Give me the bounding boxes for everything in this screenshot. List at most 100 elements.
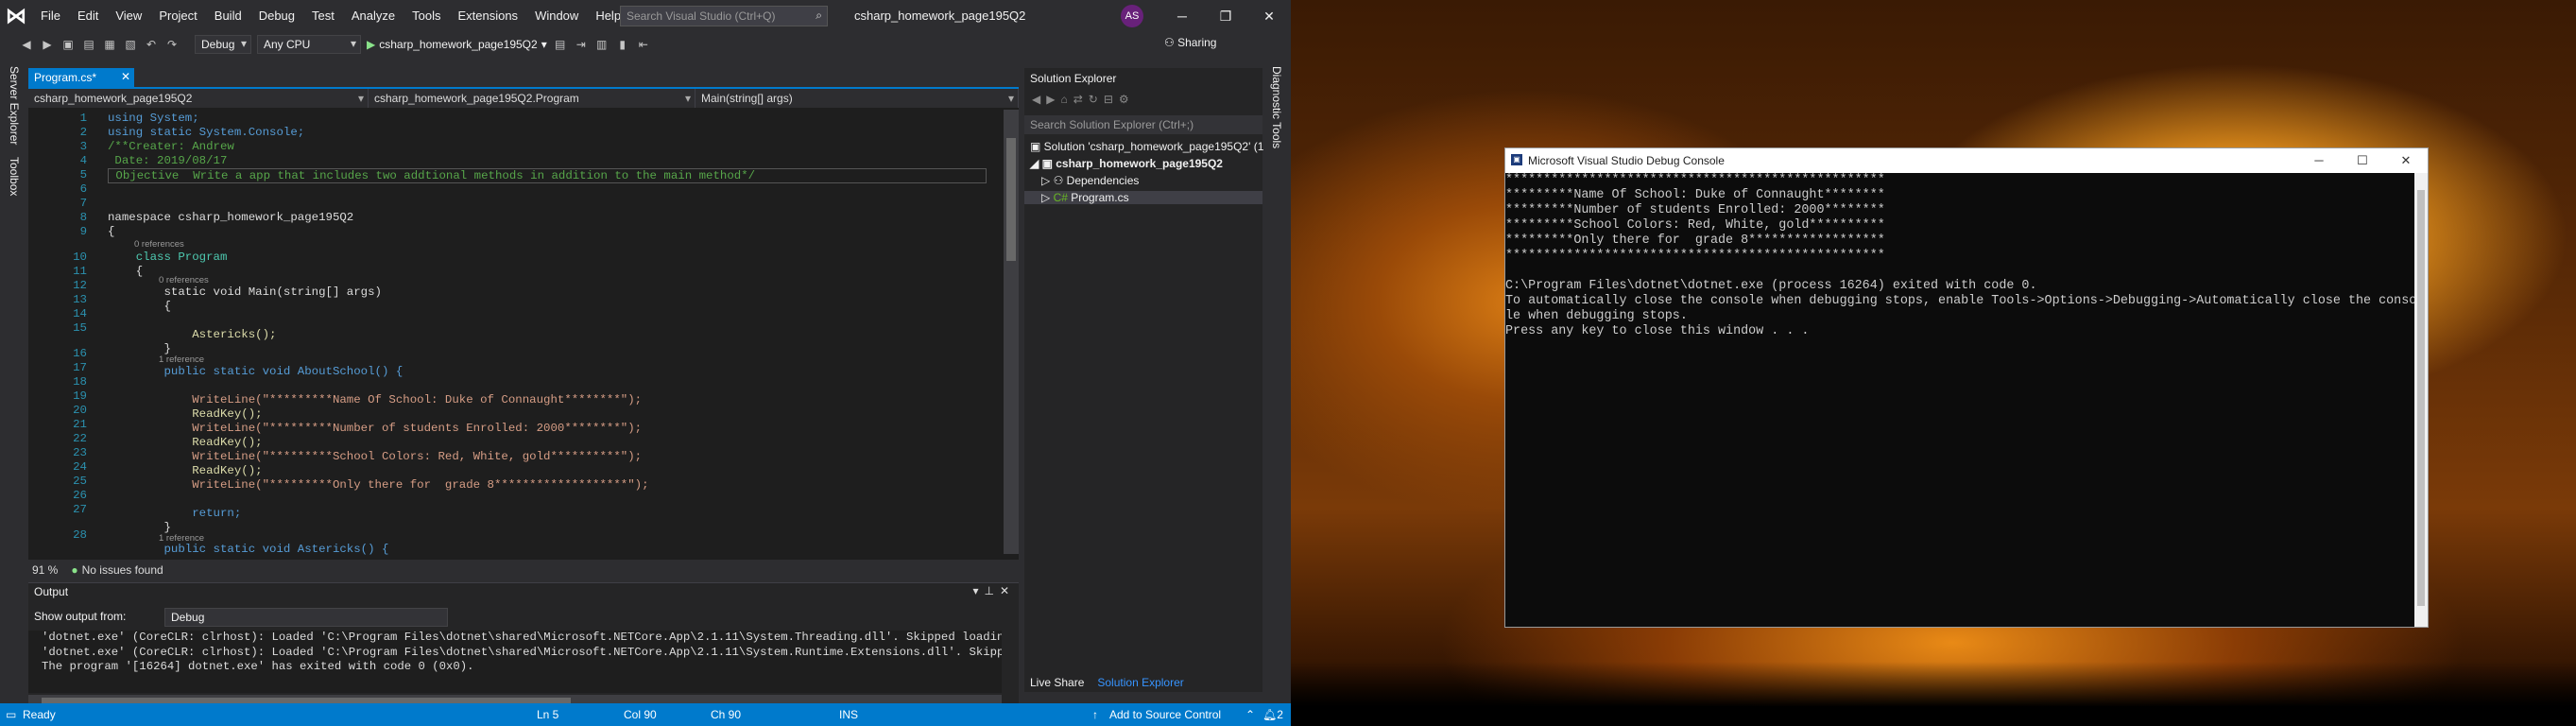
- dropdown-icon[interactable]: ▾: [972, 584, 984, 597]
- console-line: Press any key to close this window . . .: [1505, 324, 1810, 338]
- properties-icon[interactable]: ⚙: [1119, 93, 1135, 106]
- home-icon[interactable]: ⌂: [1060, 93, 1073, 106]
- menu-tools[interactable]: Tools: [404, 0, 449, 32]
- solution-icon: ▣: [1030, 140, 1044, 153]
- console-title-bar[interactable]: ▣ Microsoft Visual Studio Debug Console …: [1505, 148, 2428, 173]
- solution-search-input[interactable]: Search Solution Explorer (Ctrl+;): [1024, 115, 1262, 134]
- solution-explorer-toolbar: ◀▶⌂⇄↻⊟⚙: [1032, 93, 1135, 106]
- undo-icon[interactable]: ↶: [144, 37, 159, 52]
- console-line: *********School Colors: Red, White, gold…: [1505, 218, 1885, 233]
- debug-console-window[interactable]: ▣ Microsoft Visual Studio Debug Console …: [1504, 147, 2429, 628]
- minimize-icon[interactable]: ─: [2297, 148, 2341, 173]
- forward-icon[interactable]: ▶: [40, 37, 55, 52]
- tree-solution[interactable]: ▣ Solution 'csharp_homework_page195Q2' (…: [1030, 140, 1263, 153]
- menu-edit[interactable]: Edit: [69, 0, 107, 32]
- search-placeholder: Search Visual Studio (Ctrl+Q): [627, 9, 776, 23]
- start-button[interactable]: ▶ csharp_homework_page195Q2 ▾: [367, 38, 547, 51]
- output-line: 'dotnet.exe' (CoreCLR: clrhost): Loaded …: [42, 645, 1002, 659]
- tree-item-program-cs[interactable]: ▷ C# Program.cs: [1024, 191, 1262, 204]
- tab-toolbox[interactable]: Toolbox: [8, 157, 21, 196]
- output-line: 'dotnet.exe' (CoreCLR: clrhost): Loaded …: [42, 631, 1002, 644]
- menu-view[interactable]: View: [107, 0, 150, 32]
- open-icon[interactable]: ▤: [81, 37, 96, 52]
- chevron-right-icon[interactable]: ▷: [1041, 191, 1054, 204]
- tab-diagnostic-tools[interactable]: Diagnostic Tools: [1270, 66, 1283, 148]
- tab-server-explorer[interactable]: Server Explorer: [8, 66, 21, 145]
- zoom-level[interactable]: 91 %: [32, 563, 58, 577]
- comment-icon[interactable]: ▥: [594, 37, 610, 52]
- step-icon[interactable]: ⇥: [574, 37, 589, 52]
- search-input[interactable]: Search Visual Studio (Ctrl+Q) ⌕: [620, 6, 828, 26]
- platform-select[interactable]: Any CPU: [257, 35, 361, 54]
- tab-live-share[interactable]: Live Share: [1030, 676, 1084, 689]
- codelens-references[interactable]: 0 references: [159, 275, 209, 285]
- menu-test[interactable]: Test: [303, 0, 343, 32]
- menu-extensions[interactable]: Extensions: [449, 0, 526, 32]
- forward-icon[interactable]: ▶: [1046, 93, 1060, 106]
- codelens-references[interactable]: 1 reference: [159, 354, 204, 365]
- close-icon[interactable]: ✕: [2384, 148, 2428, 173]
- minimize-icon[interactable]: ─: [1160, 0, 1204, 32]
- menu-build[interactable]: Build: [206, 0, 250, 32]
- avatar[interactable]: AS: [1121, 5, 1143, 27]
- close-icon[interactable]: ✕: [1247, 0, 1291, 32]
- configuration-select[interactable]: Debug: [195, 35, 251, 54]
- sync-icon[interactable]: ⇄: [1073, 93, 1089, 106]
- code-line: {: [108, 300, 171, 313]
- chevron-right-icon[interactable]: ▷: [1041, 174, 1054, 187]
- menu-analyze[interactable]: Analyze: [343, 0, 404, 32]
- type-dropdown[interactable]: csharp_homework_page195Q2.Program: [369, 89, 696, 108]
- restore-icon[interactable]: ❐: [1204, 0, 1247, 32]
- collapse-icon[interactable]: ⊟: [1104, 93, 1119, 106]
- codelens-references[interactable]: 0 references: [134, 239, 184, 250]
- notifications-badge[interactable]: 🔔︎2: [1262, 708, 1283, 721]
- bookmark-icon[interactable]: ▮: [615, 37, 630, 52]
- code-line: Astericks();: [108, 328, 277, 341]
- menu-file[interactable]: File: [32, 0, 69, 32]
- menu-window[interactable]: Window: [526, 0, 587, 32]
- back-icon[interactable]: ◀: [1032, 93, 1046, 106]
- console-line: ****************************************…: [1505, 249, 1885, 263]
- code-editor[interactable]: csharp_homework_page195Q2 csharp_homewor…: [28, 87, 1019, 579]
- chevron-down-icon: ▾: [541, 38, 547, 51]
- output-text[interactable]: 'dotnet.exe' (CoreCLR: clrhost): Loaded …: [28, 631, 1002, 693]
- console-scrollbar[interactable]: [2414, 173, 2428, 627]
- code-area[interactable]: 1 2 3 4 5 6 7 8 9 10 11 12 13 14 15 16 1…: [28, 110, 1002, 556]
- line-number: 11: [73, 265, 87, 278]
- live-share-button[interactable]: ⚇ Sharing: [1164, 36, 1216, 49]
- console-output[interactable]: ****************************************…: [1505, 173, 2414, 627]
- status-line: Ln 5: [537, 708, 559, 721]
- add-to-source-control-button[interactable]: Add to Source Control: [1109, 708, 1221, 721]
- expand-icon[interactable]: ◢: [1030, 157, 1042, 170]
- close-icon[interactable]: ✕: [121, 70, 130, 83]
- scrollbar-thumb[interactable]: [2417, 190, 2425, 606]
- console-line: *********Name Of School: Duke of Connaug…: [1505, 188, 1885, 202]
- save-all-icon[interactable]: ▧: [123, 37, 138, 52]
- maximize-icon[interactable]: ☐: [2341, 148, 2384, 173]
- tree-project[interactable]: ◢ ▣ csharp_homework_page195Q2: [1030, 157, 1223, 170]
- tab-solution-explorer[interactable]: Solution Explorer: [1097, 676, 1183, 689]
- back-icon[interactable]: ◀: [19, 37, 34, 52]
- menu-debug[interactable]: Debug: [250, 0, 303, 32]
- indent-icon[interactable]: ⇤: [636, 37, 651, 52]
- toolbox-icon[interactable]: ▤: [553, 37, 568, 52]
- menu-project[interactable]: Project: [150, 0, 205, 32]
- code-line-current: Objective Write a app that includes two …: [108, 168, 987, 183]
- output-source-select[interactable]: Debug: [164, 608, 448, 627]
- project-dropdown[interactable]: csharp_homework_page195Q2: [28, 89, 369, 108]
- member-dropdown[interactable]: Main(string[] args): [696, 89, 1019, 108]
- redo-icon[interactable]: ↷: [164, 37, 180, 52]
- code-line: ReadKey();: [108, 407, 263, 421]
- new-project-icon[interactable]: ▣: [60, 37, 76, 52]
- save-icon[interactable]: ▦: [102, 37, 117, 52]
- pin-icon[interactable]: ⊥: [984, 584, 999, 597]
- tab-program-cs[interactable]: Program.cs* ✕: [28, 68, 134, 87]
- refresh-icon[interactable]: ↻: [1089, 93, 1104, 106]
- tree-item-dependencies[interactable]: ▷ ⚇ Dependencies: [1041, 174, 1139, 187]
- close-icon[interactable]: ✕: [1000, 584, 1015, 597]
- scrollbar-thumb[interactable]: [1006, 138, 1016, 261]
- editor-vertical-scrollbar[interactable]: [1004, 110, 1019, 554]
- code-line: /**Creater: Andrew: [108, 140, 234, 153]
- solution-explorer: Solution Explorer ◀▶⌂⇄↻⊟⚙ Search Solutio…: [1024, 68, 1263, 692]
- issues-status[interactable]: No issues found: [82, 563, 163, 577]
